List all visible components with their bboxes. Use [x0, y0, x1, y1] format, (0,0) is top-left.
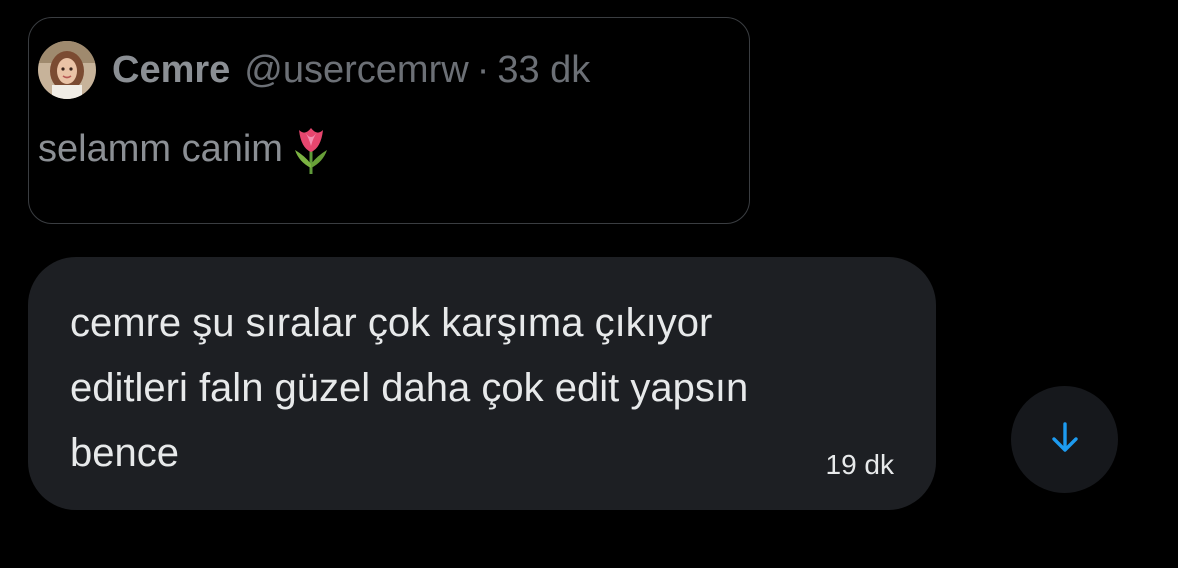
arrow-down-icon — [1048, 420, 1082, 459]
message-time: 19 dk — [825, 449, 895, 480]
quoted-post-body: selamm canim — [38, 122, 333, 176]
quoted-post-header: Cemre @usercemrw · 33 dk — [38, 40, 590, 100]
avatar[interactable] — [38, 41, 96, 99]
author-name[interactable]: Cemre — [112, 49, 230, 92]
quoted-post-time: 33 dk — [497, 48, 591, 91]
message-bubble[interactable]: cemre şu sıralar çok karşıma çıkıyor edi… — [28, 257, 936, 510]
scroll-to-bottom-button[interactable] — [1011, 386, 1118, 493]
author-handle[interactable]: @usercemrw — [244, 49, 468, 92]
avatar-image — [38, 41, 96, 99]
tulip-icon — [289, 122, 333, 176]
separator-dot: · — [476, 48, 490, 91]
message-text: cemre şu sıralar çok karşıma çıkıyor edi… — [70, 301, 749, 475]
quoted-post-text: selamm canim — [38, 127, 283, 170]
